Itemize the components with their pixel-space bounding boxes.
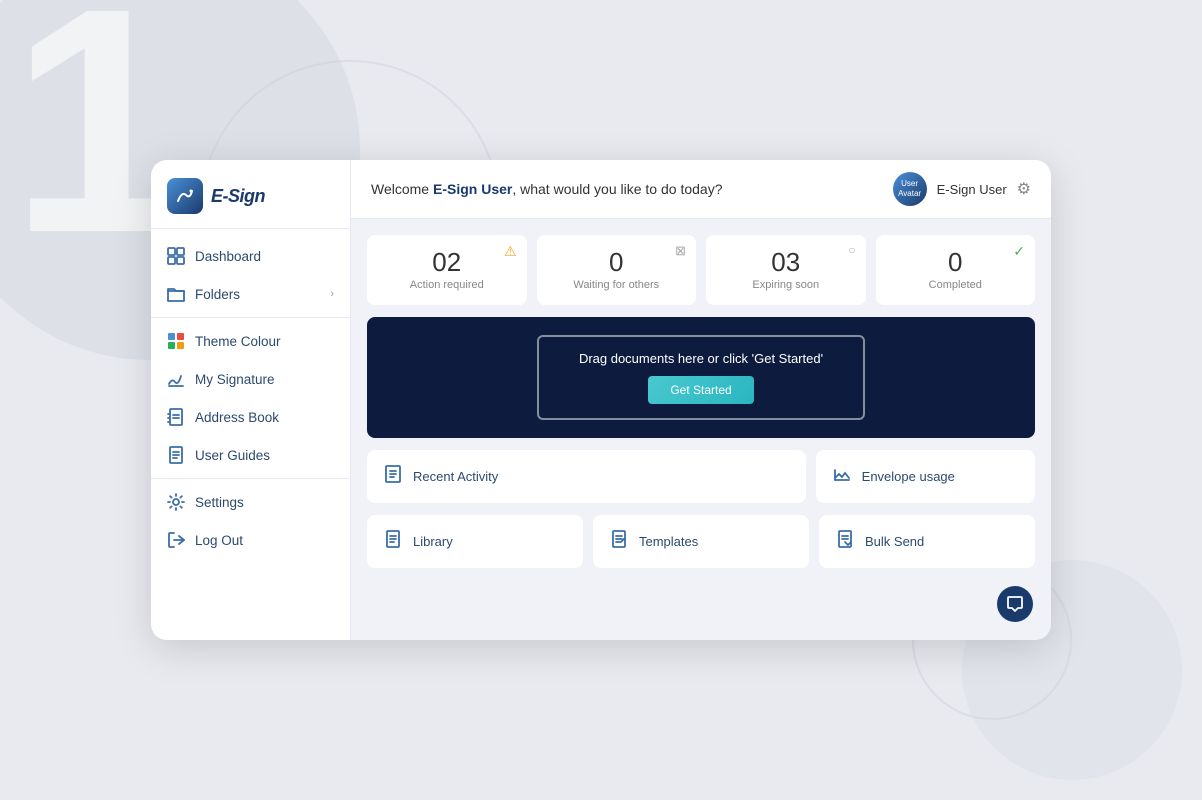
stats-row: ⚠ 02 Action required ⊠ 0 Waiting for oth… [367, 235, 1035, 305]
sidebar-item-address-book[interactable]: Address Book [151, 398, 350, 436]
stat-card-waiting[interactable]: ⊠ 0 Waiting for others [537, 235, 697, 305]
folders-icon [167, 285, 185, 303]
logout-icon [167, 531, 185, 549]
library-icon [383, 529, 403, 554]
hourglass-icon: ⊠ [675, 243, 686, 259]
sidebar-item-settings[interactable]: Settings [151, 483, 350, 521]
sidebar-label-log-out: Log Out [195, 533, 243, 548]
nav-divider-1 [151, 317, 350, 318]
upload-zone: Drag documents here or click 'Get Starte… [367, 317, 1035, 438]
guides-icon [167, 446, 185, 464]
stat-label-action: Action required [410, 279, 484, 291]
bulk-send-tile[interactable]: Bulk Send [819, 515, 1035, 568]
stat-number-completed: 0 [948, 249, 962, 275]
welcome-user: E-Sign User [433, 181, 512, 197]
sidebar-label-theme-colour: Theme Colour [195, 334, 281, 349]
checkmark-icon: ✓ [1013, 243, 1025, 260]
sidebar-label-my-signature: My Signature [195, 372, 275, 387]
nav-divider-2 [151, 478, 350, 479]
user-name: E-Sign User [937, 182, 1007, 197]
envelope-usage-label: Envelope usage [862, 469, 955, 484]
user-area: UserAvatar E-Sign User ⚙ [893, 172, 1031, 206]
dashboard-icon [167, 247, 185, 265]
envelope-usage-icon [832, 464, 852, 489]
warning-icon: ⚠ [504, 243, 517, 260]
sidebar-item-user-guides[interactable]: User Guides [151, 436, 350, 474]
envelope-usage-card[interactable]: Envelope usage [816, 450, 1035, 503]
sidebar-label-dashboard: Dashboard [195, 249, 261, 264]
welcome-text: Welcome E-Sign User, what would you like… [371, 181, 722, 197]
main-content: Welcome E-Sign User, what would you like… [351, 160, 1051, 640]
stat-card-completed[interactable]: ✓ 0 Completed [876, 235, 1036, 305]
sidebar: E-Sign Dashboard Folders › [151, 160, 351, 640]
address-book-icon [167, 408, 185, 426]
nav-menu: Dashboard Folders › Theme Colour [151, 229, 350, 640]
stat-label-waiting: Waiting for others [573, 279, 659, 291]
chevron-right-icon: › [330, 288, 334, 300]
content-area: ⚠ 02 Action required ⊠ 0 Waiting for oth… [351, 219, 1051, 640]
sidebar-label-settings: Settings [195, 495, 244, 510]
sidebar-item-dashboard[interactable]: Dashboard [151, 237, 350, 275]
upload-drag-text: Drag documents here or click 'Get Starte… [579, 351, 823, 366]
header: Welcome E-Sign User, what would you like… [351, 160, 1051, 219]
gear-icon[interactable]: ⚙ [1017, 179, 1031, 199]
bulk-send-icon [835, 529, 855, 554]
templates-icon [609, 529, 629, 554]
sidebar-label-address-book: Address Book [195, 410, 279, 425]
sidebar-item-folders[interactable]: Folders › [151, 275, 350, 313]
stat-label-completed: Completed [929, 279, 982, 291]
library-label: Library [413, 534, 453, 549]
upload-inner: Drag documents here or click 'Get Starte… [537, 335, 865, 420]
logo-icon [167, 178, 203, 214]
settings-icon [167, 493, 185, 511]
signature-icon [167, 370, 185, 388]
theme-icon [167, 332, 185, 350]
sidebar-label-folders: Folders [195, 287, 240, 302]
welcome-prefix: Welcome [371, 181, 433, 197]
bottom-row: Recent Activity Envelope usage [367, 450, 1035, 503]
get-started-button[interactable]: Get Started [648, 376, 753, 404]
recent-activity-card[interactable]: Recent Activity [367, 450, 806, 503]
stat-number-action: 02 [432, 249, 461, 275]
clock-icon: ○ [848, 243, 855, 257]
avatar: UserAvatar [893, 172, 927, 206]
templates-label: Templates [639, 534, 698, 549]
stat-label-expiring: Expiring soon [752, 279, 819, 291]
welcome-suffix: , what would you like to do today? [512, 181, 722, 197]
stat-number-expiring: 03 [771, 249, 800, 275]
tiles-row: Library Templates [367, 515, 1035, 568]
sidebar-item-theme-colour[interactable]: Theme Colour [151, 322, 350, 360]
sidebar-label-user-guides: User Guides [195, 448, 270, 463]
logo-area: E-Sign [151, 160, 350, 229]
stat-card-action-required[interactable]: ⚠ 02 Action required [367, 235, 527, 305]
stat-number-waiting: 0 [609, 249, 623, 275]
sidebar-item-log-out[interactable]: Log Out [151, 521, 350, 559]
recent-activity-label: Recent Activity [413, 469, 498, 484]
chat-button[interactable] [997, 586, 1033, 622]
stat-card-expiring[interactable]: ○ 03 Expiring soon [706, 235, 866, 305]
recent-activity-icon [383, 464, 403, 489]
logo-text: E-Sign [211, 186, 265, 207]
bulk-send-label: Bulk Send [865, 534, 924, 549]
app-card: E-Sign Dashboard Folders › [151, 160, 1051, 640]
library-tile[interactable]: Library [367, 515, 583, 568]
sidebar-item-my-signature[interactable]: My Signature [151, 360, 350, 398]
templates-tile[interactable]: Templates [593, 515, 809, 568]
